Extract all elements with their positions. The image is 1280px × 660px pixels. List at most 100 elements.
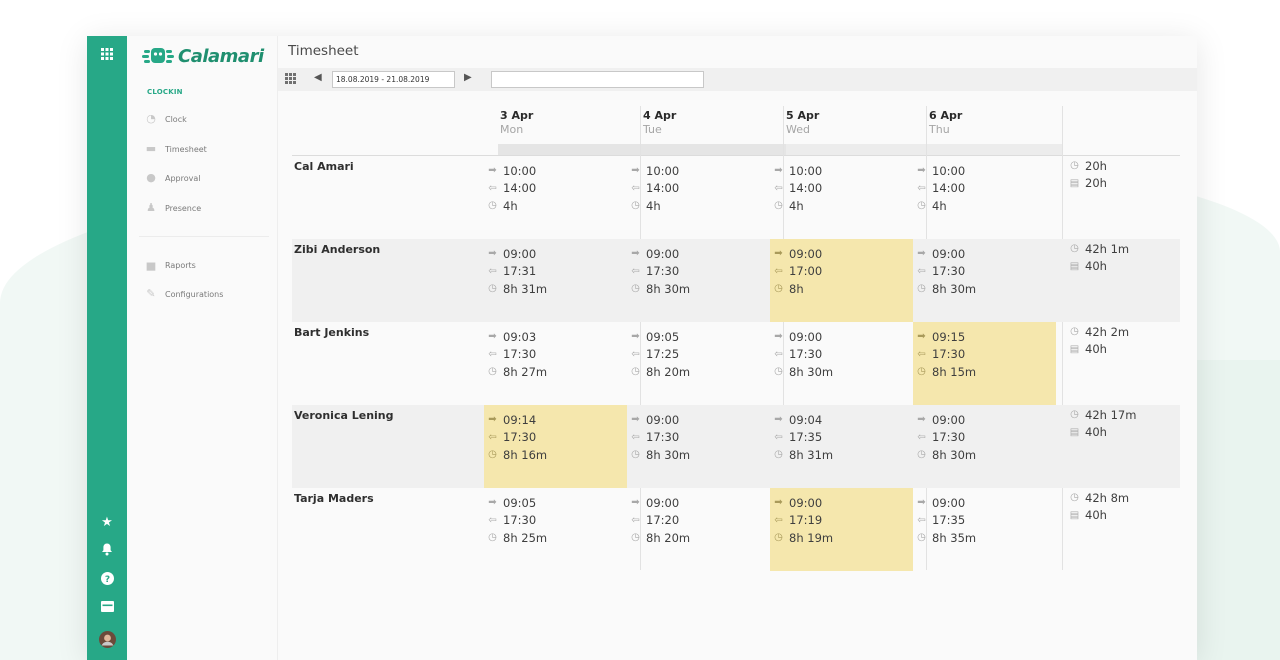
arrow-in-icon: ➡ (631, 414, 640, 425)
sidebar-item-raports[interactable]: ▅ Raports (145, 257, 196, 273)
expected-time-icon: ▤ (1069, 426, 1080, 438)
day-weekday: Wed (786, 123, 810, 136)
day-cell[interactable]: ➡ 09:00 ⇦ 17:00 ◷ 8h (770, 239, 913, 322)
week-progress-track (786, 144, 1063, 155)
day-cell[interactable]: ➡ 09:00 ⇦ 17:30 ◷ 8h 30m (913, 405, 1056, 488)
day-header: 5 Apr Wed (786, 109, 819, 136)
employee-name[interactable]: Bart Jenkins (294, 326, 369, 339)
cell-line: ◷ 8h 19m (773, 529, 833, 546)
arrow-in-icon: ➡ (774, 248, 783, 259)
next-week-button[interactable]: ▶ (464, 72, 472, 83)
help-icon[interactable]: ? (87, 572, 127, 590)
star-icon[interactable]: ★ (87, 515, 127, 531)
time-in: 09:14 (503, 412, 537, 427)
check-circle-icon: ● (146, 171, 156, 184)
cell-line: ⇦ 17:30 (916, 263, 965, 280)
day-cell[interactable]: ➡ 09:14 ⇦ 17:30 ◷ 8h 16m (484, 405, 627, 488)
cell-line: ➡ 09:00 (916, 494, 965, 511)
view-grid-icon[interactable] (285, 73, 296, 87)
apps-grid-icon[interactable] (87, 48, 127, 65)
day-cell[interactable]: ➡ 09:00 ⇦ 17:31 ◷ 8h 31m (484, 239, 627, 322)
search-input[interactable] (491, 71, 704, 88)
sidebar-item-clock[interactable]: ◔ Clock (145, 111, 187, 127)
time-in: 09:05 (503, 495, 537, 510)
day-cell[interactable]: ➡ 09:00 ⇦ 17:20 ◷ 8h 20m (627, 488, 770, 571)
cell-line: ⇦ 17:19 (773, 512, 822, 529)
day-cell[interactable]: ➡ 09:05 ⇦ 17:30 ◷ 8h 25m (484, 488, 627, 571)
previous-week-button[interactable]: ◀ (314, 72, 322, 83)
summary-expected: 20h (1085, 176, 1107, 190)
summary-total: 20h (1085, 158, 1107, 173)
time-dur: 8h 35m (932, 530, 977, 545)
sidebar-item-configurations[interactable]: ✎ Configurations (145, 286, 223, 302)
logo[interactable]: Calamari (142, 45, 264, 67)
clock-icon: ◔ (146, 112, 156, 125)
bell-icon[interactable] (87, 543, 127, 561)
day-cell[interactable]: ➡ 10:00 ⇦ 14:00 ◷ 4h (484, 156, 627, 239)
time-dur: 8h 16m (503, 447, 548, 462)
time-dur: 8h 20m (646, 364, 691, 379)
day-cell[interactable]: ➡ 10:00 ⇦ 14:00 ◷ 4h (913, 156, 1056, 239)
avatar[interactable] (87, 631, 127, 653)
cell-line: ◷ 4h (630, 197, 660, 214)
time-in: 10:00 (503, 163, 537, 178)
inbox-icon[interactable] (87, 601, 127, 617)
duration-icon: ◷ (488, 283, 497, 294)
day-cell[interactable]: ➡ 10:00 ⇦ 14:00 ◷ 4h (627, 156, 770, 239)
duration-icon: ◷ (774, 200, 783, 211)
cell-line: ➡ 09:03 (487, 328, 536, 345)
day-cell[interactable]: ➡ 09:00 ⇦ 17:19 ◷ 8h 19m (770, 488, 913, 571)
time-in: 09:00 (932, 412, 966, 427)
day-cell[interactable]: ➡ 09:00 ⇦ 17:30 ◷ 8h 30m (627, 405, 770, 488)
sidebar-item-timesheet[interactable]: ▬ Timesheet (145, 141, 207, 157)
time-in: 09:03 (503, 329, 537, 344)
row-summary: ◷ 42h 1m ▤ 40h (1065, 239, 1180, 322)
day-cell[interactable]: ➡ 09:15 ⇦ 17:30 ◷ 8h 15m (913, 322, 1056, 405)
date-range-field[interactable] (332, 71, 455, 88)
employee-name[interactable]: Zibi Anderson (294, 243, 380, 256)
day-cell[interactable]: ➡ 09:03 ⇦ 17:30 ◷ 8h 27m (484, 322, 627, 405)
cell-line: ➡ 09:14 (487, 411, 536, 428)
day-cell[interactable]: ➡ 09:00 ⇦ 17:30 ◷ 8h 30m (913, 239, 1056, 322)
day-cell[interactable]: ➡ 09:00 ⇦ 17:35 ◷ 8h 35m (913, 488, 1056, 571)
time-dur: 8h 19m (789, 530, 834, 545)
cell-line: ◷ 8h 20m (630, 529, 690, 546)
time-out: 17:30 (646, 430, 680, 444)
day-cell[interactable]: ➡ 09:00 ⇦ 17:30 ◷ 8h 30m (627, 239, 770, 322)
cell-line: ⇦ 17:30 (630, 429, 679, 446)
day-cell[interactable]: ➡ 09:04 ⇦ 17:35 ◷ 8h 31m (770, 405, 913, 488)
duration-icon: ◷ (488, 366, 497, 377)
time-out: 17:30 (503, 430, 537, 444)
expected-time-icon: ▤ (1069, 260, 1080, 272)
employee-name[interactable]: Tarja Maders (294, 492, 374, 505)
day-weekday: Mon (500, 123, 524, 136)
arrow-out-icon: ⇦ (631, 348, 640, 360)
arrow-out-icon: ⇦ (631, 265, 640, 277)
cell-line: ⇦ 17:30 (916, 346, 965, 363)
cell-line: ⇦ 14:00 (773, 180, 822, 197)
time-out: 14:00 (932, 181, 966, 195)
cell-line: ◷ 8h 31m (773, 446, 833, 463)
cell-line: ⇦ 17:30 (487, 429, 536, 446)
time-in: 09:05 (646, 329, 680, 344)
employee-name[interactable]: Veronica Lening (294, 409, 394, 422)
day-weekday: Tue (643, 123, 662, 136)
sidebar-item-approval[interactable]: ● Approval (145, 170, 200, 186)
duration-icon: ◷ (917, 200, 926, 211)
employee-name[interactable]: Cal Amari (294, 160, 354, 173)
summary-line: ◷ 20h (1069, 157, 1107, 174)
time-in: 09:00 (789, 329, 823, 344)
time-in: 09:04 (789, 412, 823, 427)
time-dur: 8h 30m (646, 281, 691, 296)
time-in: 10:00 (789, 163, 823, 178)
cell-line: ⇦ 17:35 (773, 429, 822, 446)
cell-line: ⇦ 17:30 (630, 263, 679, 280)
day-cell[interactable]: ➡ 09:05 ⇦ 17:25 ◷ 8h 20m (627, 322, 770, 405)
time-dur: 4h (503, 198, 518, 213)
day-cell[interactable]: ➡ 10:00 ⇦ 14:00 ◷ 4h (770, 156, 913, 239)
day-cell[interactable]: ➡ 09:00 ⇦ 17:30 ◷ 8h 30m (770, 322, 913, 405)
cell-line: ◷ 8h 30m (630, 446, 690, 463)
arrow-out-icon: ⇦ (774, 431, 783, 443)
sidebar-item-presence[interactable]: ♟ Presence (145, 200, 201, 216)
total-time-icon: ◷ (1070, 160, 1079, 171)
